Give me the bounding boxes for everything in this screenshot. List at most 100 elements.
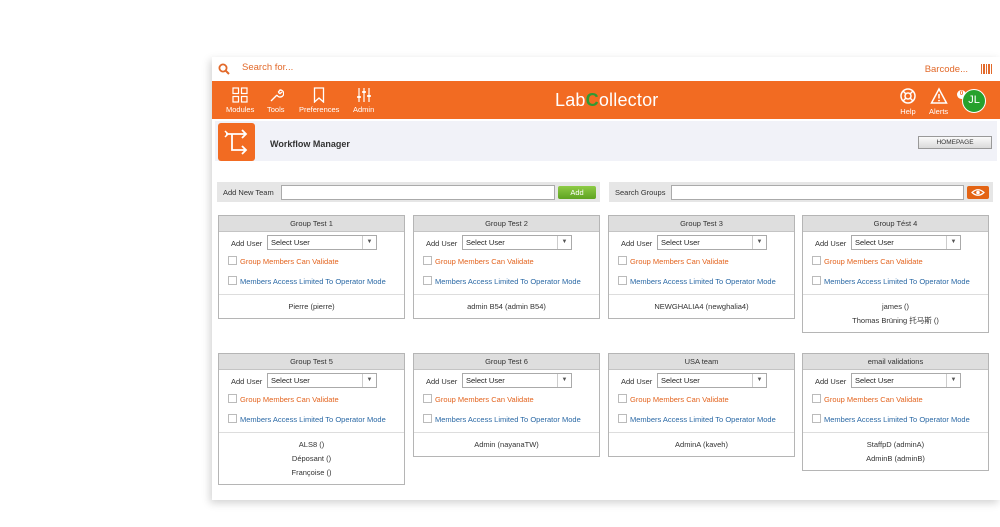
barcode-input[interactable]: Barcode... [925,64,968,75]
member-item[interactable]: NEWGHALIA4 (newghalia4) [609,301,794,315]
operator-mode-label[interactable]: Members Access Limited To Operator Mode [630,277,776,286]
chevron-down-icon: ▼ [752,374,766,387]
module-bar: Workflow Manager HOMEPAGE [215,121,997,161]
member-list: Admin (nayanaTW) [414,432,599,456]
member-list: StaffpD (adminA) AdminB (adminB) [803,432,988,470]
validate-checkbox[interactable] [618,394,627,403]
validate-label[interactable]: Group Members Can Validate [824,257,923,266]
operator-mode-label[interactable]: Members Access Limited To Operator Mode [240,277,386,286]
member-list: AdminA (kaveh) [609,432,794,456]
group-card: Group Test 2 Add User Select User ▼ Group… [413,215,600,319]
select-user-dropdown[interactable]: Select User ▼ [462,235,572,250]
nav-preferences-label: Preferences [299,105,340,114]
select-user-dropdown[interactable]: Select User ▼ [657,235,767,250]
add-team-input[interactable] [281,185,555,200]
operator-mode-checkbox[interactable] [228,414,237,423]
validate-checkbox[interactable] [228,256,237,265]
validate-label[interactable]: Group Members Can Validate [435,257,534,266]
nav-help[interactable]: Help [899,87,917,116]
validate-label[interactable]: Group Members Can Validate [630,257,729,266]
member-item[interactable]: Pierre (pierre) [219,301,404,315]
user-avatar[interactable]: JL [962,89,986,113]
add-user-label: Add User [426,239,458,248]
member-item[interactable]: james () [803,301,988,315]
member-item[interactable]: AdminB (adminB) [803,453,988,467]
select-user-placeholder: Select User [855,238,894,247]
validate-label[interactable]: Group Members Can Validate [824,395,923,404]
top-search-bar: Barcode... [212,57,1000,81]
add-team-button[interactable]: Add [558,186,596,199]
validate-label[interactable]: Group Members Can Validate [435,395,534,404]
nav-admin[interactable]: Admin [353,87,374,114]
sliders-icon [356,88,371,102]
nav-tools[interactable]: Tools [267,87,285,114]
validate-checkbox[interactable] [812,394,821,403]
member-list: NEWGHALIA4 (newghalia4) [609,294,794,318]
operator-mode-checkbox[interactable] [228,276,237,285]
search-groups-input[interactable] [671,185,964,200]
member-item[interactable]: admin B54 (admin B54) [414,301,599,315]
operator-mode-checkbox[interactable] [812,276,821,285]
nav-preferences[interactable]: Preferences [299,87,339,114]
select-user-dropdown[interactable]: Select User ▼ [657,373,767,388]
group-title: email validations [803,354,988,370]
workflow-icon [218,123,255,161]
validate-label[interactable]: Group Members Can Validate [240,257,339,266]
validate-checkbox[interactable] [812,256,821,265]
member-item[interactable]: ALS8 () [219,439,404,453]
member-item[interactable]: StaffpD (adminA) [803,439,988,453]
operator-mode-label[interactable]: Members Access Limited To Operator Mode [435,415,581,424]
validate-checkbox[interactable] [423,394,432,403]
operator-mode-checkbox[interactable] [423,276,432,285]
warning-icon [929,87,948,104]
search-groups-button[interactable] [967,186,989,199]
chevron-down-icon: ▼ [946,374,960,387]
barcode-icon[interactable] [981,64,993,74]
group-title: Group Test 6 [414,354,599,370]
nav-modules[interactable]: Modules [226,87,254,114]
group-card: Group Test 3 Add User Select User ▼ Group… [608,215,795,319]
operator-mode-label[interactable]: Members Access Limited To Operator Mode [824,415,970,424]
operator-mode-checkbox[interactable] [618,414,627,423]
member-item[interactable]: Admin (nayanaTW) [414,439,599,453]
select-user-placeholder: Select User [661,376,700,385]
search-icon[interactable] [218,63,230,75]
select-user-placeholder: Select User [855,376,894,385]
select-user-dropdown[interactable]: Select User ▼ [462,373,572,388]
member-item[interactable]: Déposant () [219,453,404,467]
validate-checkbox[interactable] [228,394,237,403]
search-input[interactable] [242,62,442,73]
group-title: Group Test 2 [414,216,599,232]
nav-help-label: Help [900,107,916,116]
member-item[interactable]: Thomas Brüning 托马斯 () [803,315,988,329]
select-user-placeholder: Select User [271,238,310,247]
member-item[interactable]: Françoise () [219,467,404,481]
chevron-down-icon: ▼ [362,236,376,249]
operator-mode-checkbox[interactable] [618,276,627,285]
validate-checkbox[interactable] [423,256,432,265]
validate-label[interactable]: Group Members Can Validate [240,395,339,404]
logo-text-ollector: ollector [598,90,659,110]
nav-alerts[interactable]: 0 Alerts [929,87,966,116]
search-groups-toolbar: Search Groups [609,182,993,202]
group-title: Group Tést 4 [803,216,988,232]
select-user-dropdown[interactable]: Select User ▼ [267,373,377,388]
select-user-dropdown[interactable]: Select User ▼ [851,373,961,388]
operator-mode-label[interactable]: Members Access Limited To Operator Mode [435,277,581,286]
member-item[interactable]: AdminA (kaveh) [609,439,794,453]
group-card: Group Test 6 Add User Select User ▼ Group… [413,353,600,457]
select-user-dropdown[interactable]: Select User ▼ [851,235,961,250]
validate-checkbox[interactable] [618,256,627,265]
operator-mode-label[interactable]: Members Access Limited To Operator Mode [240,415,386,424]
validate-label[interactable]: Group Members Can Validate [630,395,729,404]
chevron-down-icon: ▼ [557,236,571,249]
operator-mode-label[interactable]: Members Access Limited To Operator Mode [630,415,776,424]
homepage-button[interactable]: HOMEPAGE [918,136,992,149]
operator-mode-checkbox[interactable] [423,414,432,423]
operator-mode-checkbox[interactable] [812,414,821,423]
select-user-dropdown[interactable]: Select User ▼ [267,235,377,250]
labcollector-logo[interactable]: LabCollector [555,90,658,111]
member-list: ALS8 () Déposant () Françoise () [219,432,404,484]
operator-mode-label[interactable]: Members Access Limited To Operator Mode [824,277,970,286]
select-user-placeholder: Select User [271,376,310,385]
